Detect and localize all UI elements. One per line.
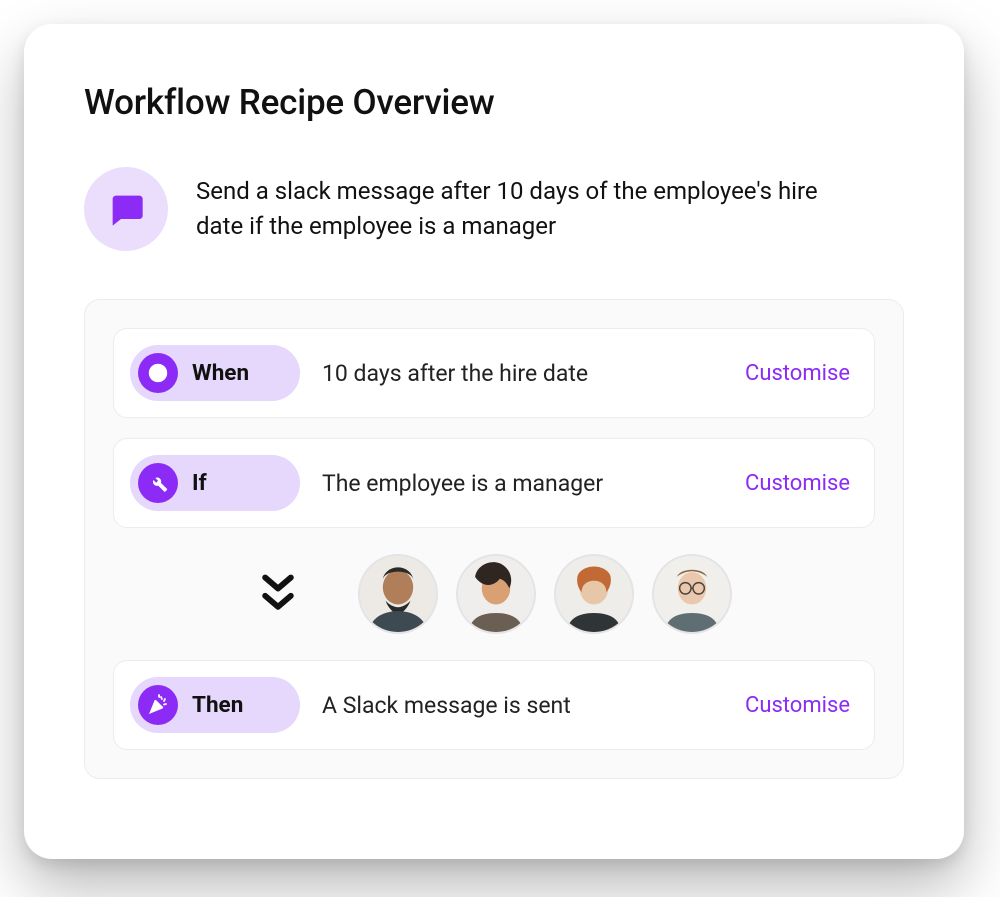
if-pill: If [130, 455, 300, 511]
page-title: Workflow Recipe Overview [84, 82, 904, 123]
then-customise-button[interactable]: Customise [745, 693, 850, 718]
workflow-card: Workflow Recipe Overview Send a slack me… [24, 24, 964, 859]
flow-middle [113, 554, 875, 634]
avatar [358, 554, 438, 634]
when-description: 10 days after the hire date [322, 360, 723, 387]
when-pill: When [130, 345, 300, 401]
if-pill-label: If [192, 470, 207, 496]
workflow-summary-text: Send a slack message after 10 days of th… [196, 174, 836, 244]
avatar [554, 554, 634, 634]
clock-icon [138, 353, 178, 393]
if-customise-button[interactable]: Customise [745, 471, 850, 496]
workflow-summary: Send a slack message after 10 days of th… [84, 167, 904, 251]
avatar-group [358, 554, 732, 634]
then-description: A Slack message is sent [322, 692, 723, 719]
wrench-icon [138, 463, 178, 503]
avatar [652, 554, 732, 634]
rule-if: If The employee is a manager Customise [113, 438, 875, 528]
rule-when: When 10 days after the hire date Customi… [113, 328, 875, 418]
if-description: The employee is a manager [322, 470, 723, 497]
chevron-down-double-icon [256, 570, 300, 618]
party-icon [138, 685, 178, 725]
then-pill-label: Then [192, 692, 243, 718]
avatar [456, 554, 536, 634]
when-customise-button[interactable]: Customise [745, 361, 850, 386]
rule-then: Then A Slack message is sent Customise [113, 660, 875, 750]
then-pill: Then [130, 677, 300, 733]
rules-panel: When 10 days after the hire date Customi… [84, 299, 904, 779]
chat-icon [84, 167, 168, 251]
when-pill-label: When [192, 360, 249, 386]
